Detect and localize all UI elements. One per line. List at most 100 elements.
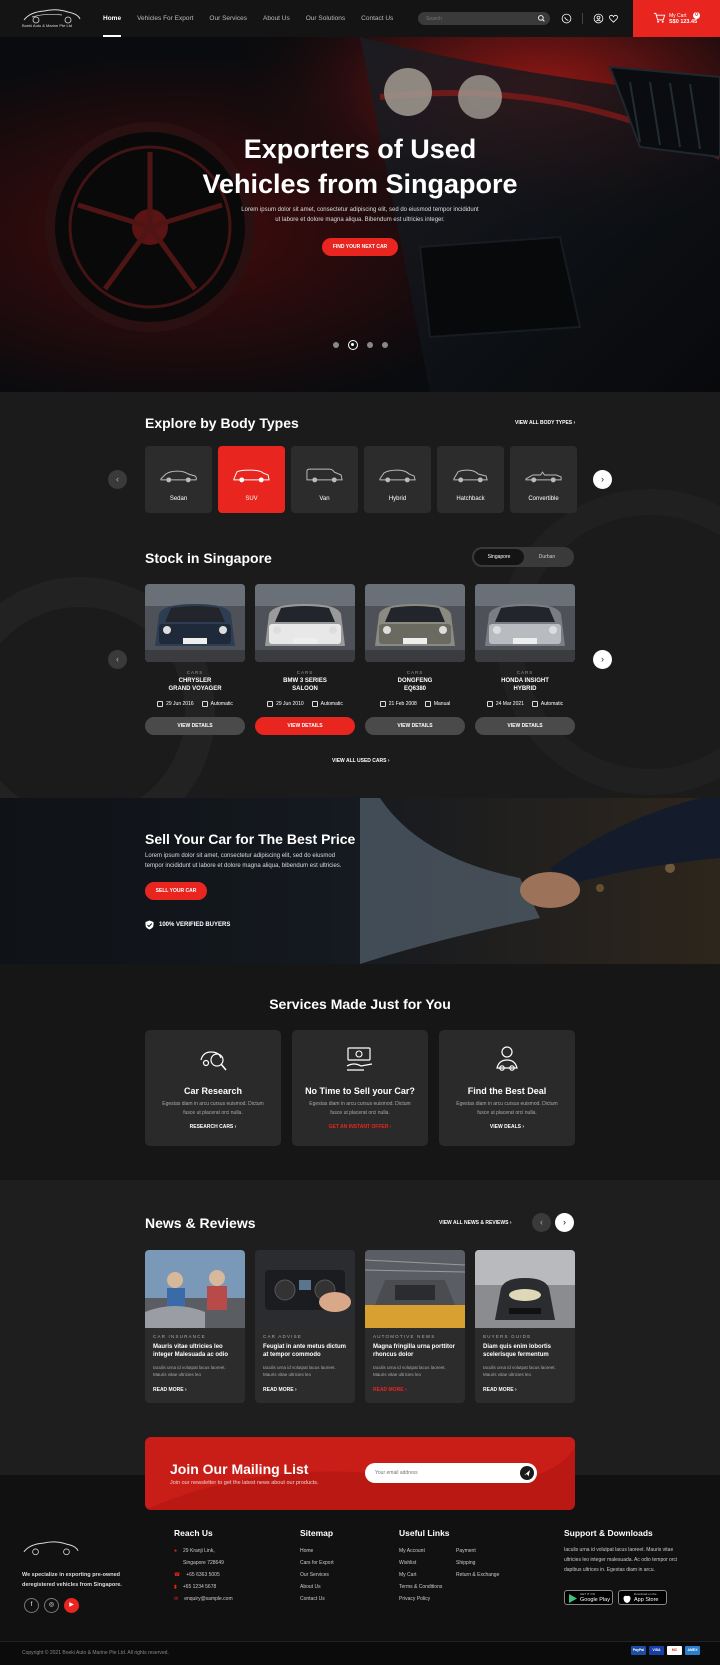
news-headline[interactable]: Magna fringilla urna porttitor rhoncus d…	[373, 1343, 459, 1359]
news-prev-button[interactable]: ‹	[532, 1213, 551, 1232]
subscribe-button[interactable]	[520, 1466, 534, 1480]
footer-logo[interactable]	[22, 1536, 80, 1558]
car-image[interactable]	[365, 584, 465, 662]
email-input[interactable]	[375, 1463, 505, 1483]
read-more-link[interactable]: READ MORE ›	[483, 1387, 517, 1393]
footer-link-cars-for-export[interactable]: Cars for Export	[300, 1557, 334, 1569]
footer-link-terms-conditions[interactable]: Terms & Conditions	[399, 1581, 442, 1593]
location-toggle: Singapore Durban	[472, 547, 574, 567]
news-headline[interactable]: Mauris vitae ultricies leo integer Males…	[153, 1343, 239, 1359]
hero-title-line1: Exporters of Used	[243, 134, 477, 164]
phone-1[interactable]: ☎ +65 6363 5005	[174, 1569, 233, 1581]
news-card[interactable]: CAR INSURANCE Mauris vitae ultricies leo …	[145, 1250, 245, 1403]
slider-dot-active[interactable]	[348, 340, 358, 350]
read-more-link[interactable]: READ MORE ›	[153, 1387, 187, 1393]
nav-our-solutions[interactable]: Our Solutions	[306, 0, 345, 37]
nav-about-us[interactable]: About Us	[263, 0, 290, 37]
car-image[interactable]	[255, 584, 355, 662]
stock-prev-button[interactable]: ‹	[108, 650, 127, 669]
get-instant-offer-link[interactable]: GET AN INSTANT OFFER ›	[292, 1124, 428, 1130]
youtube-icon[interactable]: ▶	[64, 1598, 79, 1613]
view-details-button[interactable]: VIEW DETAILS	[365, 717, 465, 735]
search-input[interactable]	[426, 12, 526, 25]
body-type-suv[interactable]: SUV	[218, 446, 285, 513]
nav-vehicles-for-export[interactable]: Vehicles For Export	[137, 0, 193, 37]
read-more-label: READ MORE	[373, 1387, 404, 1393]
view-all-news-link[interactable]: VIEW ALL NEWS & REVIEWS ›	[439, 1220, 512, 1226]
footer-link-our-services[interactable]: Our Services	[300, 1569, 334, 1581]
body-type-label: Van	[319, 496, 330, 502]
find-your-next-car-button[interactable]: FIND YOUR NEXT CAR	[322, 238, 398, 256]
body-type-hybrid[interactable]: Hybrid	[364, 446, 431, 513]
footer-link-home[interactable]: Home	[300, 1545, 334, 1557]
google-play-button[interactable]: GET IT ON Google Play	[564, 1590, 613, 1605]
news-card[interactable]: BUYERS GUIDE Diam quis enim lobortis scel…	[475, 1250, 575, 1403]
body-type-hatchback[interactable]: Hatchback	[437, 446, 504, 513]
slider-dot[interactable]	[367, 342, 373, 348]
phone-icon: ☎	[174, 1572, 181, 1578]
phone-2[interactable]: ▮ +65 1234 5678	[174, 1581, 233, 1593]
stock-next-button[interactable]: ›	[593, 650, 612, 669]
news-headline[interactable]: Feugiat in ante metus dictum at tempor c…	[263, 1343, 349, 1359]
news-image[interactable]	[255, 1250, 355, 1328]
footer-link-return-exchange[interactable]: Return & Exchange	[456, 1569, 499, 1581]
search-icon[interactable]	[537, 14, 546, 23]
view-all-used-cars-link[interactable]: VIEW ALL USED CARS ›	[332, 758, 390, 764]
news-image[interactable]	[145, 1250, 245, 1328]
footer-link-contact-us[interactable]: Contact Us	[300, 1593, 334, 1605]
view-details-button[interactable]: VIEW DETAILS	[145, 717, 245, 735]
logo[interactable]: Boeki Auto & Marine Pte Ltd	[22, 6, 82, 32]
visa-icon: VISA	[649, 1646, 664, 1655]
news-category: BUYERS GUIDE	[483, 1334, 532, 1339]
footer-link-shipping[interactable]: Shipping	[456, 1557, 499, 1569]
hero-banner: Exporters of Used Vehicles from Singapor…	[0, 37, 720, 392]
sell-your-car-button[interactable]: SELL YOUR CAR	[145, 882, 207, 900]
news-headline[interactable]: Diam quis enim lobortis scelerisque ferm…	[483, 1343, 569, 1359]
read-more-link[interactable]: READ MORE ›	[373, 1387, 407, 1393]
view-deals-link[interactable]: VIEW DEALS ›	[439, 1124, 575, 1130]
news-card[interactable]: CAR ADVISE Feugiat in ante metus dictum a…	[255, 1250, 355, 1403]
body-types-next-button[interactable]: ›	[593, 470, 612, 489]
footer-link-wishlist[interactable]: Wishlist	[399, 1557, 442, 1569]
email[interactable]: ✉ enquiry@sample.com	[174, 1593, 233, 1605]
view-details-button[interactable]: VIEW DETAILS	[475, 717, 575, 735]
car-image[interactable]	[145, 584, 245, 662]
whatsapp-icon[interactable]	[561, 13, 572, 24]
body-type-van[interactable]: Van	[291, 446, 358, 513]
toggle-durban[interactable]: Durban	[522, 549, 572, 565]
apple-icon	[623, 1595, 631, 1603]
footer-link-my-cart[interactable]: My Cart	[399, 1569, 442, 1581]
read-more-link[interactable]: READ MORE ›	[263, 1387, 297, 1393]
cart-button[interactable]: My Cart 0 S$0 123.45	[633, 0, 720, 37]
news-next-button[interactable]: ›	[555, 1213, 574, 1232]
footer-link-payment[interactable]: Payment	[456, 1545, 499, 1557]
view-details-button[interactable]: VIEW DETAILS	[255, 717, 355, 735]
nav-home[interactable]: Home	[103, 0, 122, 37]
app-store-button[interactable]: Download on the App Store	[618, 1590, 667, 1605]
news-image[interactable]	[365, 1250, 465, 1328]
body-type-label: SUV	[245, 496, 258, 502]
section-background	[0, 489, 720, 798]
search-box	[418, 12, 550, 25]
footer-link-about-us[interactable]: About Us	[300, 1581, 334, 1593]
research-cars-link[interactable]: RESEARCH CARS ›	[145, 1124, 281, 1130]
slider-dot[interactable]	[382, 342, 388, 348]
toggle-singapore[interactable]: Singapore	[474, 549, 524, 565]
footer-link-privacy-policy[interactable]: Privacy Policy	[399, 1593, 442, 1605]
instagram-icon[interactable]: ◎	[44, 1598, 59, 1613]
body-type-label: Hatchback	[456, 496, 485, 502]
slider-dot[interactable]	[333, 342, 339, 348]
body-type-sedan[interactable]: Sedan	[145, 446, 212, 513]
news-card[interactable]: AUTOMOTIVE NEWS Magna fringilla urna port…	[365, 1250, 465, 1403]
heart-icon[interactable]	[608, 13, 619, 24]
body-types-prev-button[interactable]: ‹	[108, 470, 127, 489]
facebook-icon[interactable]: f	[24, 1598, 39, 1613]
footer-link-my-account[interactable]: My Account	[399, 1545, 442, 1557]
user-icon[interactable]	[593, 13, 604, 24]
car-image[interactable]	[475, 584, 575, 662]
view-all-body-types-link[interactable]: VIEW ALL BODY TYPES ›	[515, 420, 575, 426]
body-type-convertible[interactable]: Convertible	[510, 446, 577, 513]
nav-our-services[interactable]: Our Services	[209, 0, 247, 37]
nav-contact-us[interactable]: Contact Us	[361, 0, 393, 37]
news-image[interactable]	[475, 1250, 575, 1328]
